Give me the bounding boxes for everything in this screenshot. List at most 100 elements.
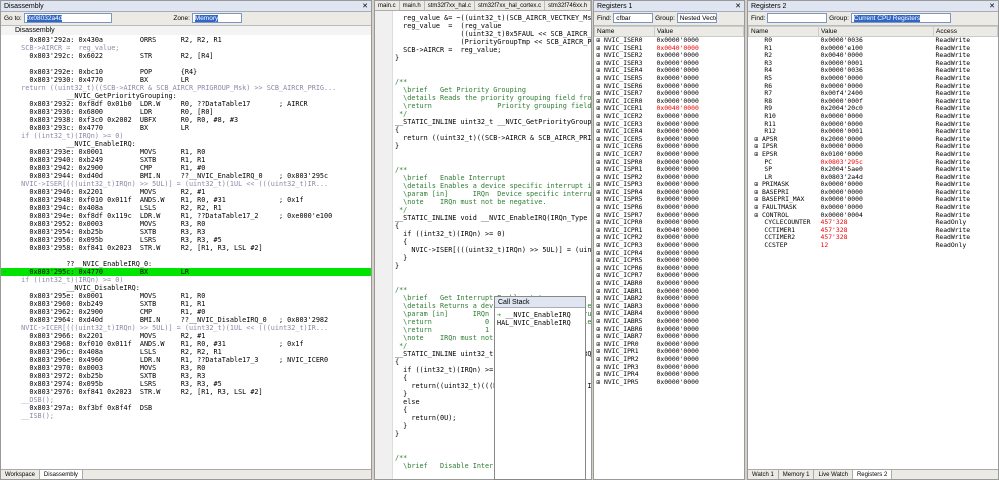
instruction-line[interactable]: 0x803'2936: 0x6800 LDR R0, [R0] <box>13 108 371 116</box>
instruction-line[interactable]: 0x803'296c: 0x408a LSLS R2, R2, R1 <box>13 348 371 356</box>
register-row[interactable]: SP 0x2004'5ae0 ReadWrite <box>749 166 998 174</box>
editor-tab[interactable]: stm32f7xx_hal_cortex.c <box>475 1 546 10</box>
register-value[interactable]: 0x0000'0000 <box>655 151 744 159</box>
tab-live-watch[interactable]: Live Watch <box>814 470 853 479</box>
register-row[interactable]: ⊞ NVIC_ICPR5 0x0000'0000 <box>595 257 744 265</box>
register-value[interactable]: 0x0000'0000 <box>819 204 934 212</box>
register-value[interactable]: 0x0000'0000 <box>655 121 744 129</box>
register-row[interactable]: ⊞ NVIC_IPR3 0x0000'0000 <box>595 364 744 372</box>
register-row[interactable]: ⊞ NVIC_ICER2 0x0000'0000 <box>595 113 744 121</box>
register-row[interactable]: ⊞ NVIC_ISPR4 0x0000'0000 <box>595 189 744 197</box>
register-value[interactable]: 0x0000'0000 <box>655 83 744 91</box>
register-value[interactable]: 0x0000'0000 <box>819 143 934 151</box>
tab-watch-1[interactable]: Watch 1 <box>748 470 779 479</box>
expand-icon[interactable]: ⊞ <box>597 83 601 90</box>
register-value[interactable]: 0x2000'0000 <box>819 136 934 144</box>
expand-icon[interactable]: ⊞ <box>597 37 601 44</box>
register-row[interactable]: ⊞ NVIC_IABR2 0x0000'0000 <box>595 295 744 303</box>
register-value[interactable]: 0x0000'0000 <box>655 37 744 45</box>
instruction-line[interactable]: 0x803'2972: 0xb25b SXTB R3, R3 <box>13 372 371 380</box>
register-row[interactable]: ⊞ NVIC_ICPR6 0x0000'0000 <box>595 265 744 273</box>
register-value[interactable]: 0x0000'0000 <box>819 181 934 189</box>
instruction-line[interactable]: __NVIC_GetPriorityGrouping: <box>13 92 371 100</box>
register-value[interactable]: 0x0000'0000 <box>655 189 744 197</box>
expand-icon[interactable]: ⊞ <box>597 364 601 371</box>
editor-tab[interactable]: main.h <box>400 1 425 10</box>
expand-icon[interactable]: ⊞ <box>755 151 759 158</box>
instruction-line[interactable]: 0x803'2942: 0x2900 CMP R1, #0 <box>13 164 371 172</box>
register-row[interactable]: ⊞ NVIC_ICPR4 0x0000'0000 <box>595 250 744 258</box>
expand-icon[interactable]: ⊞ <box>597 67 601 74</box>
register-value[interactable]: 0x2004'20c0 <box>819 105 934 113</box>
register-row[interactable]: ⊞ NVIC_ICPR2 0x0000'0000 <box>595 234 744 242</box>
register-value[interactable]: 0x0000'0000 <box>655 98 744 106</box>
register-value[interactable]: 0x0000'0001 <box>819 60 934 68</box>
register-value[interactable]: 0x0000'0000 <box>655 67 744 75</box>
register-value[interactable]: 0x0000'0004 <box>819 212 934 220</box>
register-value[interactable]: 0x0000'0000 <box>655 242 744 250</box>
find-input[interactable]: cfbar <box>613 13 654 24</box>
register-row[interactable]: R10 0x0000'0000 ReadWrite <box>749 113 998 121</box>
instruction-line[interactable] <box>13 60 371 68</box>
editor-tab[interactable]: stm32f7xx_hal.c <box>425 1 476 10</box>
register-value[interactable]: 0x0000'0000 <box>655 303 744 311</box>
column-value[interactable]: Value <box>818 26 934 37</box>
register-value[interactable]: 0x0000'0000 <box>655 356 744 364</box>
register-row[interactable]: ⊞ NVIC_ISER4 0x0000'0000 <box>595 67 744 75</box>
column-value[interactable]: Value <box>654 26 744 37</box>
register-value[interactable]: 0x0000'0000 <box>655 371 744 379</box>
register-value[interactable]: 0x0000'0000 <box>655 341 744 349</box>
expand-icon[interactable]: ⊞ <box>597 379 601 386</box>
register-row[interactable]: ⊞ NVIC_ICER5 0x0000'0000 <box>595 136 744 144</box>
instruction-line[interactable]: 0x803'2930: 0x4770 BX LR <box>13 76 371 84</box>
register-value[interactable]: 0x0000'0000 <box>655 310 744 318</box>
expand-icon[interactable]: ⊞ <box>597 348 601 355</box>
find-input[interactable] <box>767 13 828 24</box>
register-value[interactable]: 0x0000'0000 <box>819 196 934 204</box>
expand-icon[interactable]: ⊞ <box>597 189 601 196</box>
instruction-line[interactable]: 0x803'294c: 0x408a LSLS R2, R2, R1 <box>13 204 371 212</box>
source-line[interactable]: __DSB(); <box>13 396 371 404</box>
disassembly-listing[interactable]: 0x803'292a: 0x430a ORRS R2, R2, R1 SCB->… <box>1 36 371 469</box>
register-row[interactable]: ⊞ NVIC_ISPR2 0x0000'0000 <box>595 174 744 182</box>
call-stack-item[interactable]: ➔ __NVIC_EnableIRQ <box>497 311 583 319</box>
instruction-line[interactable]: 0x803'293e: 0x0001 MOVS R1, R0 <box>13 148 371 156</box>
register-row[interactable]: R4 0x0000'0036 ReadWrite <box>749 67 998 75</box>
editor-tab[interactable]: main.c <box>375 1 400 10</box>
expand-icon[interactable]: ⊞ <box>597 250 601 257</box>
register-value[interactable]: 0x0000'0000 <box>819 189 934 197</box>
instruction-line[interactable]: 0x803'2968: 0xf010 0x011f ANDS.W R1, R0,… <box>13 340 371 348</box>
instruction-line[interactable]: 0x803'297a: 0xf3bf 0x8f4f DSB <box>13 404 371 412</box>
register-value[interactable]: 0x0000'0000 <box>655 333 744 341</box>
expand-icon[interactable]: ⊞ <box>755 196 759 203</box>
register-row[interactable]: CCSTEP 12 ReadOnly <box>749 242 998 250</box>
expand-icon[interactable]: ⊞ <box>755 212 759 219</box>
instruction-line[interactable]: 0x803'2938: 0xf3c0 0x2002 UBFX R0, R0, #… <box>13 116 371 124</box>
instruction-line[interactable]: 0x803'295e: 0x0001 MOVS R1, R0 <box>13 292 371 300</box>
register-value[interactable]: 0x0000'0000 <box>819 113 934 121</box>
instruction-line[interactable]: 0x803'2962: 0x2900 CMP R1, #0 <box>13 308 371 316</box>
register-row[interactable]: ⊞ NVIC_IABR1 0x0000'0000 <box>595 288 744 296</box>
expand-icon[interactable]: ⊞ <box>755 143 759 150</box>
instruction-line[interactable]: 0x803'2964: 0xd40d BMI.N ??__NVIC_Disabl… <box>13 316 371 324</box>
expand-icon[interactable]: ⊞ <box>597 242 601 249</box>
expand-icon[interactable]: ⊞ <box>597 212 601 219</box>
call-stack-item[interactable]: HAL_NVIC_EnableIRQ <box>497 319 583 327</box>
register-value[interactable]: 0x0000'0000 <box>655 212 744 220</box>
register-row[interactable]: ⊞ FAULTMASK 0x0000'0000 ReadWrite <box>749 204 998 212</box>
instruction-line[interactable]: 0x803'2946: 0x2201 MOVS R2, #1 <box>13 188 371 196</box>
register-row[interactable]: ⊞ NVIC_ICER4 0x0000'0000 <box>595 128 744 136</box>
register-row[interactable]: ⊞ IPSR 0x0000'0000 ReadWrite <box>749 143 998 151</box>
register-value[interactable]: 0x0000'0000 <box>655 90 744 98</box>
register-row[interactable]: ⊞ NVIC_ISER7 0x0000'0000 <box>595 90 744 98</box>
register-value[interactable]: 0x0000'0000 <box>655 219 744 227</box>
tab-workspace[interactable]: Workspace <box>1 470 40 479</box>
register-value[interactable]: 0x0000'0000 <box>655 181 744 189</box>
editor-tab[interactable]: stm32f746xx.h <box>545 1 591 10</box>
register-value[interactable]: 0x0000'0000 <box>655 196 744 204</box>
register-row[interactable]: ⊞ CONTROL 0x0000'0004 ReadWrite <box>749 212 998 220</box>
register-row[interactable]: ⊞ NVIC_ISPR0 0x0000'0000 <box>595 159 744 167</box>
register-row[interactable]: R1 0x0000'e100 ReadWrite <box>749 45 998 53</box>
register-row[interactable]: ⊞ NVIC_IPR0 0x0000'0000 <box>595 341 744 349</box>
register-value[interactable]: 0x0040'0000 <box>655 227 744 235</box>
